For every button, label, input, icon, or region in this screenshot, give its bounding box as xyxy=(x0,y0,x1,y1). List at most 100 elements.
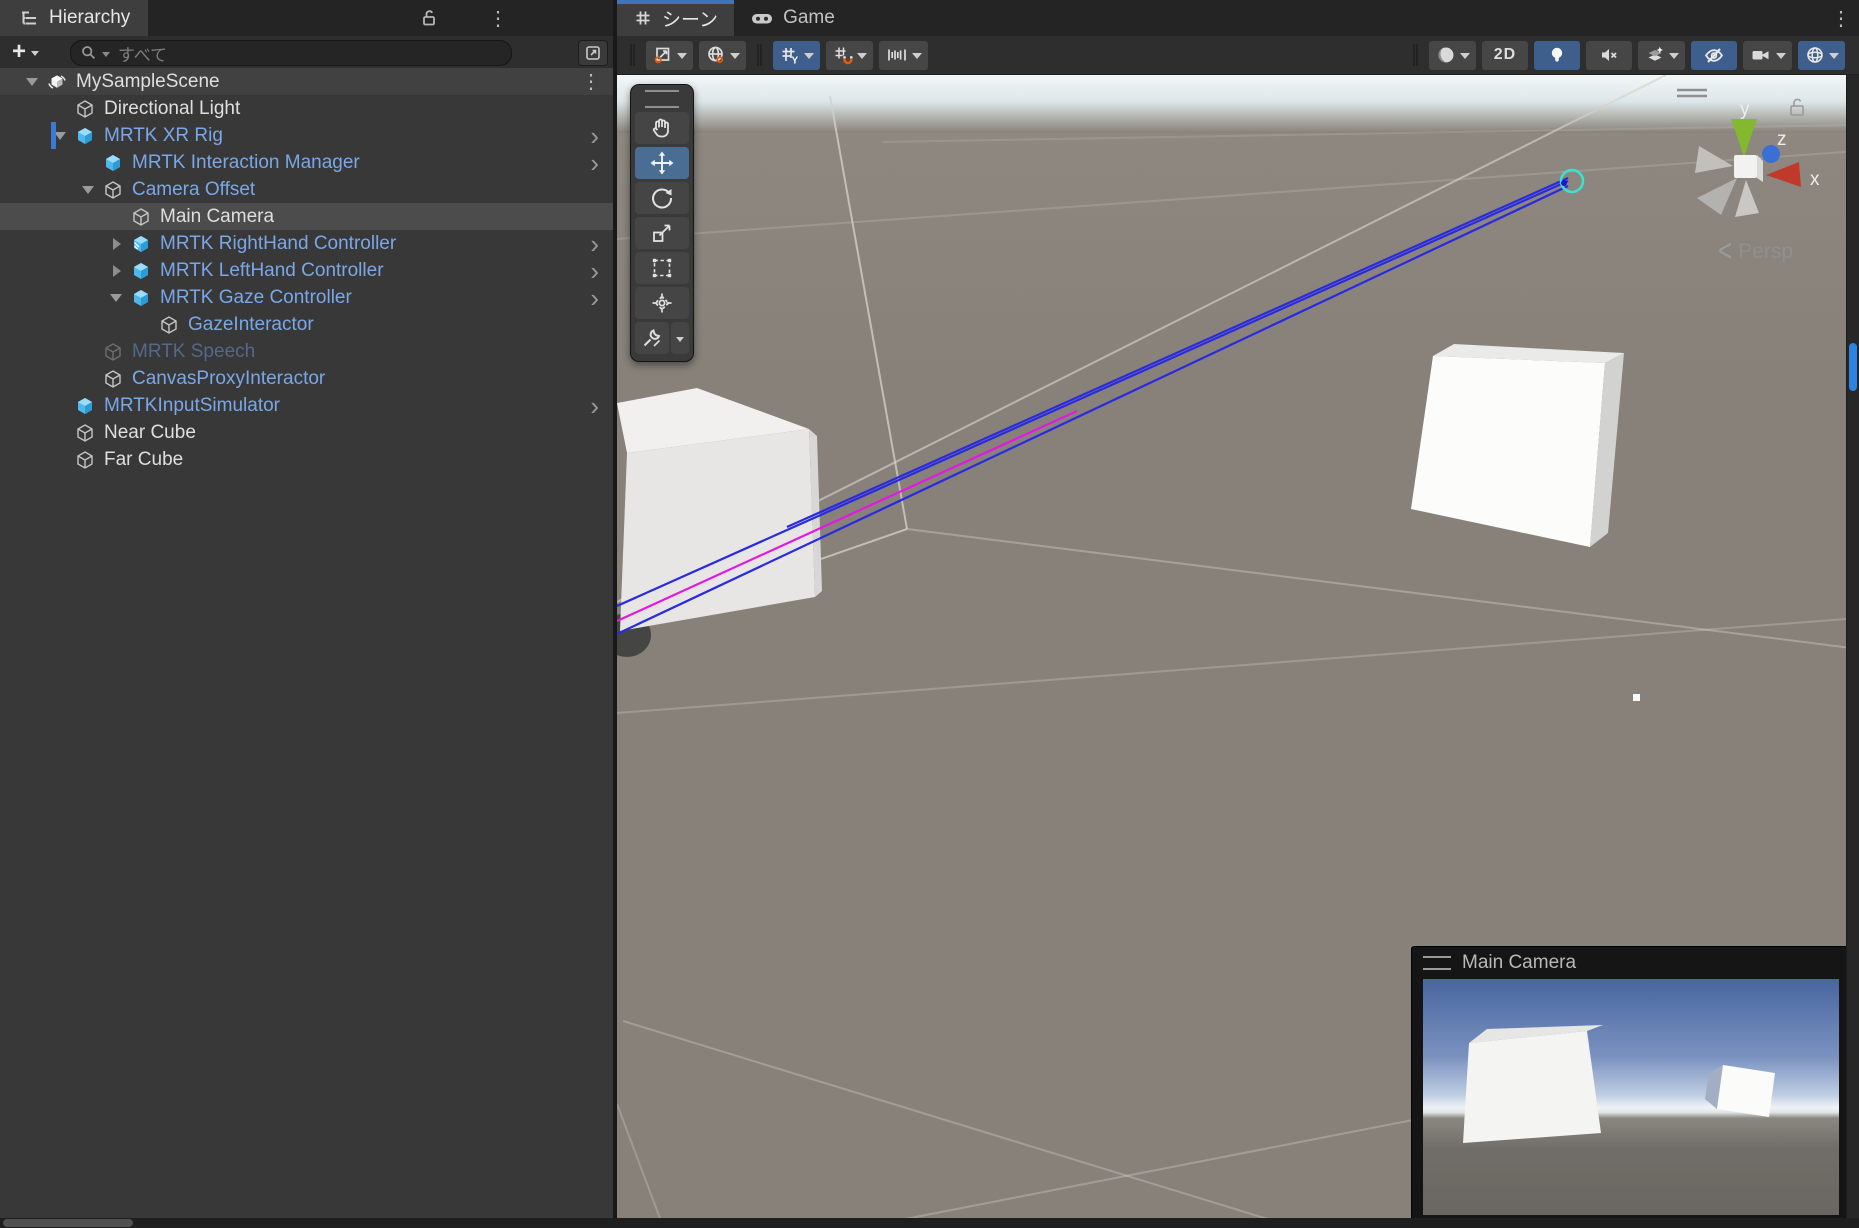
scene-viewport[interactable]: y z x < Persp xyxy=(617,75,1859,1228)
prefab-cube-icon xyxy=(128,260,154,282)
hierarchy-row-mysamplescene[interactable]: MySampleScene⋮ xyxy=(0,68,613,95)
view-tool[interactable] xyxy=(635,112,689,144)
scene-menu-kebab-icon[interactable]: ⋮ xyxy=(1831,0,1851,36)
transform-icon xyxy=(649,290,675,316)
hierarchy-row-mrtk-interaction-manager[interactable]: MRTK Interaction Manager› xyxy=(0,149,613,176)
hierarchy-row-near-cube[interactable]: Near Cube xyxy=(0,419,613,446)
snap-magnet-icon xyxy=(832,44,854,66)
row-menu-kebab-icon[interactable]: ⋮ xyxy=(581,69,601,94)
scene-toolbar: Y 2D xyxy=(617,36,1859,75)
hierarchy-tab-label: Hierarchy xyxy=(49,7,130,29)
transform-tool[interactable] xyxy=(635,287,689,319)
render-sphere-icon xyxy=(1435,44,1457,66)
popout-search-button[interactable] xyxy=(578,40,608,66)
hierarchy-row-far-cube[interactable]: Far Cube xyxy=(0,446,613,473)
hierarchy-row-mrtk-righthand-controller[interactable]: MRTK RightHand Controller › xyxy=(0,230,613,257)
visibility-toggle-button[interactable] xyxy=(1691,41,1737,70)
prefab-variant-cube-icon xyxy=(128,233,154,255)
move-icon xyxy=(649,150,675,176)
foldout-open-triangle[interactable] xyxy=(20,71,44,92)
tab-game[interactable]: Game xyxy=(734,0,851,36)
rotate-tool[interactable] xyxy=(635,182,689,214)
hierarchy-row-camera-offset[interactable]: Camera Offset xyxy=(0,176,613,203)
palette-grip-icon[interactable] xyxy=(645,90,679,108)
gizmo-center-cube xyxy=(1734,155,1757,178)
camera-preview-overlay: Main Camera xyxy=(1411,946,1850,1223)
lighting-toggle-button[interactable] xyxy=(1534,41,1580,70)
camera-icon xyxy=(1749,44,1773,66)
effects-icon xyxy=(1644,44,1666,66)
tool-handle-icon xyxy=(652,44,674,66)
hierarchy-row-mrtk-speech[interactable]: MRTK Speech xyxy=(0,338,613,365)
camera-preview-header[interactable]: Main Camera xyxy=(1423,947,1838,979)
add-object-button[interactable]: + xyxy=(8,39,43,65)
unlock-icon[interactable] xyxy=(418,0,440,36)
wrench-icon xyxy=(640,326,664,350)
foldout-closed-triangle[interactable] xyxy=(104,238,128,250)
hierarchy-row-canvasproxyinteractor[interactable]: CanvasProxyInteractor xyxy=(0,365,613,392)
prefab-cube-icon xyxy=(72,125,98,147)
prefab-cube-icon xyxy=(100,152,126,174)
2d-toggle-button[interactable]: 2D xyxy=(1482,41,1528,70)
scene-panel: シーン Game ⋮ Y 2D xyxy=(617,0,1859,1228)
gizmos-button[interactable] xyxy=(1798,41,1845,70)
audio-toggle-button[interactable] xyxy=(1586,41,1632,70)
scene-right-scrollbar[interactable] xyxy=(1846,75,1859,1228)
hierarchy-row-main-camera[interactable]: Main Camera xyxy=(0,203,613,230)
foldout-open-triangle[interactable] xyxy=(76,179,100,200)
hierarchy-hscrollbar-thumb[interactable] xyxy=(3,1219,133,1227)
prefab-open-chevron-icon[interactable]: › xyxy=(590,288,599,308)
scale-tool[interactable] xyxy=(635,217,689,249)
object-label: MRTK RightHand Controller xyxy=(160,233,396,255)
object-label: Far Cube xyxy=(104,449,183,471)
tab-hierarchy[interactable]: Hierarchy xyxy=(0,0,148,36)
tab-scene[interactable]: シーン xyxy=(617,0,734,36)
prefab-open-chevron-icon[interactable]: › xyxy=(590,153,599,173)
hierarchy-row-directional-light[interactable]: Directional Light xyxy=(0,95,613,122)
prefab-open-chevron-icon[interactable]: › xyxy=(590,261,599,281)
scrollbar-thumb[interactable] xyxy=(1849,343,1857,391)
cube-icon xyxy=(100,368,126,390)
foldout-open-triangle[interactable] xyxy=(104,287,128,308)
gamepad-icon xyxy=(750,8,774,28)
hierarchy-row-mrtk-xr-rig[interactable]: MRTK XR Rig› xyxy=(0,122,613,149)
tool-settings-button[interactable] xyxy=(646,41,693,70)
draw-mode-button[interactable] xyxy=(1429,41,1476,70)
object-label: MRTKInputSimulator xyxy=(104,395,280,417)
window-bottom-bar xyxy=(0,1218,1859,1228)
object-label: GazeInteractor xyxy=(188,314,314,336)
effects-button[interactable] xyxy=(1638,41,1685,70)
camera-preview-render xyxy=(1423,979,1838,1215)
pivot-globe-button[interactable] xyxy=(699,41,746,70)
hierarchy-tabbar: Hierarchy ⋮ xyxy=(0,0,613,36)
negative-axis-cone xyxy=(1697,178,1737,215)
custom-tools-dropdown[interactable] xyxy=(671,322,689,354)
grid-y-icon: Y xyxy=(779,44,801,66)
2d-label: 2D xyxy=(1494,46,1516,64)
increment-snap-button[interactable] xyxy=(879,41,928,70)
cube-icon xyxy=(100,179,126,201)
snap-settings-button[interactable] xyxy=(826,41,873,70)
projection-mode-label[interactable]: < Persp xyxy=(1718,238,1793,266)
custom-tools[interactable] xyxy=(635,322,669,354)
prefab-open-chevron-icon[interactable]: › xyxy=(590,126,599,146)
hierarchy-row-gazeinteractor[interactable]: GazeInteractor xyxy=(0,311,613,338)
foldout-closed-triangle[interactable] xyxy=(104,265,128,277)
move-tool[interactable] xyxy=(635,147,689,179)
hierarchy-row-mrtkinputsimulator[interactable]: MRTKInputSimulator › xyxy=(0,392,613,419)
chevron-down-icon xyxy=(1829,53,1839,64)
hierarchy-row-mrtk-gaze-controller[interactable]: MRTK Gaze Controller› xyxy=(0,284,613,311)
rotate-icon xyxy=(649,185,675,211)
search-input[interactable]: すべて xyxy=(70,40,512,66)
prefab-open-chevron-icon[interactable]: › xyxy=(590,234,599,254)
scene-tab-label: シーン xyxy=(662,5,718,32)
rect-tool[interactable] xyxy=(635,252,689,284)
grid-visibility-button[interactable]: Y xyxy=(773,41,820,70)
lightbulb-icon xyxy=(1546,44,1568,66)
prefab-open-chevron-icon[interactable]: › xyxy=(590,396,599,416)
viewport-unlock-icon xyxy=(1791,99,1803,115)
camera-settings-button[interactable] xyxy=(1743,41,1792,70)
cube-icon xyxy=(72,449,98,471)
hierarchy-menu-kebab-icon[interactable]: ⋮ xyxy=(488,0,508,36)
hierarchy-row-mrtk-lefthand-controller[interactable]: MRTK LeftHand Controller› xyxy=(0,257,613,284)
